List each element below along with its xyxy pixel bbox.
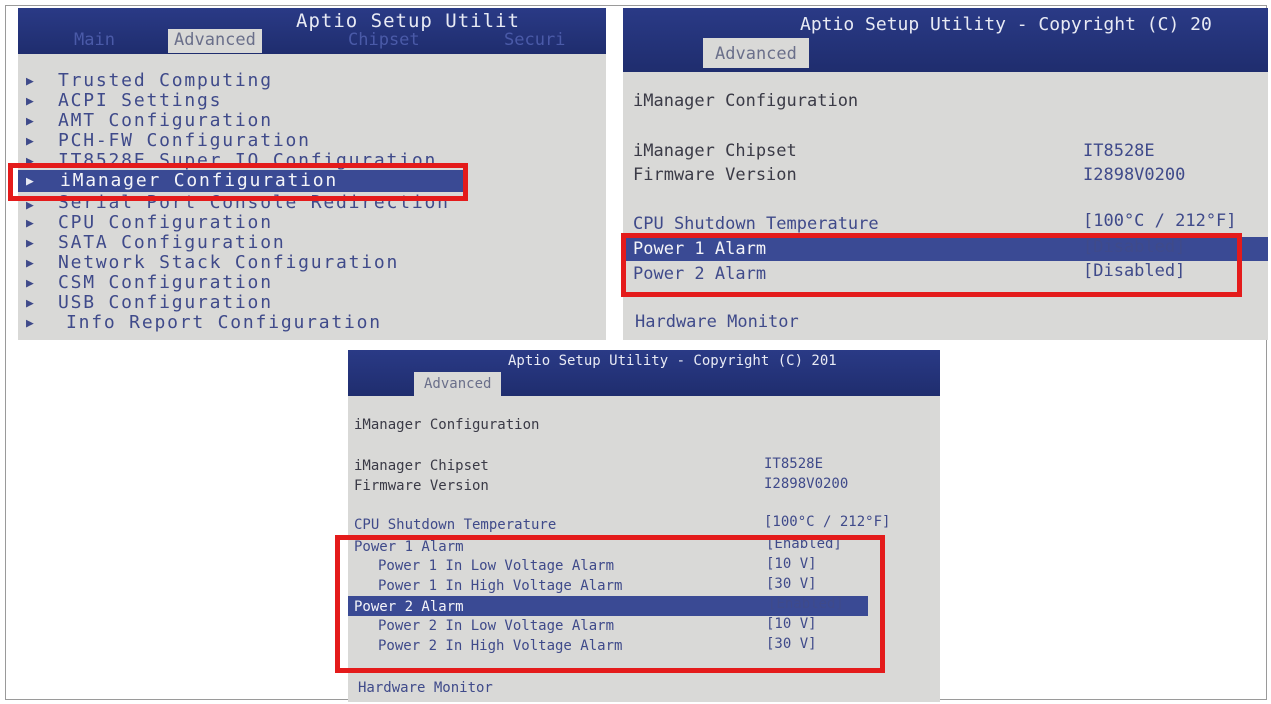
submenu-arrow-icon: ▶ bbox=[26, 114, 34, 129]
tab-security[interactable]: Securi bbox=[504, 30, 565, 50]
menu-item-info-report-configuration[interactable]: Info Report Configuration bbox=[66, 312, 382, 333]
submenu-arrow-icon: ▶ bbox=[26, 236, 34, 251]
menu-item-cpu-configuration[interactable]: CPU Configuration bbox=[58, 212, 273, 233]
highlight-box-power-alarm-settings bbox=[335, 535, 885, 673]
bios-title: Aptio Setup Utilit bbox=[296, 10, 520, 32]
bios-header: Aptio Setup Utility - Copyright (C) 201 … bbox=[348, 350, 940, 396]
submenu-arrow-icon: ▶ bbox=[26, 296, 34, 311]
highlight-box-imanager bbox=[8, 163, 468, 201]
hardware-monitor-link[interactable]: Hardware Monitor bbox=[635, 312, 799, 332]
bios-header: Aptio Setup Utilit Main Advanced Chipset… bbox=[18, 8, 606, 54]
cpu-shutdown-temp-label[interactable]: CPU Shutdown Temperature bbox=[354, 517, 556, 533]
page-title: iManager Configuration bbox=[633, 91, 859, 111]
submenu-arrow-icon: ▶ bbox=[26, 94, 34, 109]
menu-item-network-stack-configuration[interactable]: Network Stack Configuration bbox=[58, 252, 399, 273]
tab-advanced[interactable]: Advanced bbox=[414, 372, 502, 396]
tab-chipset[interactable]: Chipset bbox=[348, 30, 420, 50]
chipset-label: iManager Chipset bbox=[354, 458, 489, 474]
firmware-value: I2898V0200 bbox=[1083, 165, 1186, 185]
submenu-arrow-icon: ▶ bbox=[26, 316, 34, 331]
tab-main[interactable]: Main bbox=[70, 30, 119, 50]
submenu-arrow-icon: ▶ bbox=[26, 74, 34, 89]
highlight-box-power-alarms bbox=[621, 233, 1242, 297]
hardware-monitor-link[interactable]: Hardware Monitor bbox=[358, 680, 493, 696]
firmware-value: I2898V0200 bbox=[764, 476, 849, 492]
bios-title: Aptio Setup Utility - Copyright (C) 20 bbox=[800, 14, 1212, 35]
cpu-shutdown-temp-label[interactable]: CPU Shutdown Temperature bbox=[633, 214, 879, 234]
menu-item-acpi-settings[interactable]: ACPI Settings bbox=[58, 90, 222, 111]
cpu-shutdown-temp-value[interactable]: [100°C / 212°F] bbox=[1083, 211, 1237, 231]
submenu-arrow-icon: ▶ bbox=[26, 276, 34, 291]
menu-item-trusted-computing[interactable]: Trusted Computing bbox=[58, 70, 273, 91]
bios-title: Aptio Setup Utility - Copyright (C) 201 bbox=[508, 353, 837, 369]
page-title: iManager Configuration bbox=[354, 417, 540, 433]
menu-item-pch-fw-configuration[interactable]: PCH-FW Configuration bbox=[58, 130, 311, 151]
submenu-arrow-icon: ▶ bbox=[26, 134, 34, 149]
tab-advanced[interactable]: Advanced bbox=[168, 29, 262, 53]
menu-item-amt-configuration[interactable]: AMT Configuration bbox=[58, 110, 273, 131]
bios-header: Aptio Setup Utility - Copyright (C) 20 A… bbox=[623, 8, 1268, 72]
chipset-value: IT8528E bbox=[1083, 141, 1155, 161]
cpu-shutdown-temp-value[interactable]: [100°C / 212°F] bbox=[764, 514, 890, 530]
firmware-label: Firmware Version bbox=[354, 478, 489, 494]
submenu-arrow-icon: ▶ bbox=[26, 216, 34, 231]
tab-advanced[interactable]: Advanced bbox=[703, 38, 809, 68]
chipset-value: IT8528E bbox=[764, 456, 824, 472]
firmware-label: Firmware Version bbox=[633, 165, 797, 185]
menu-item-usb-configuration[interactable]: USB Configuration bbox=[58, 292, 273, 313]
submenu-arrow-icon: ▶ bbox=[26, 256, 34, 271]
chipset-label: iManager Chipset bbox=[633, 141, 797, 161]
menu-item-sata-configuration[interactable]: SATA Configuration bbox=[58, 232, 285, 253]
menu-item-csm-configuration[interactable]: CSM Configuration bbox=[58, 272, 273, 293]
